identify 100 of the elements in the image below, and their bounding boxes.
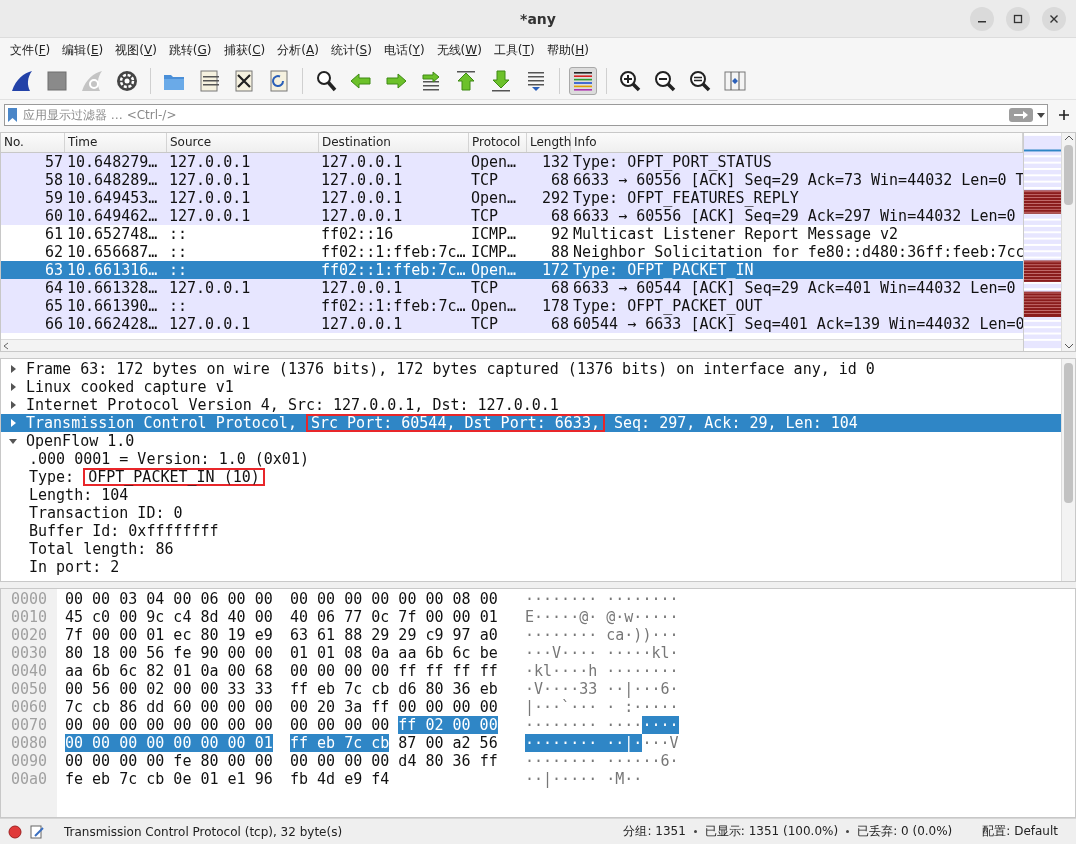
table-cell-text: Type: OFPT_PORT_STATUS — [572, 153, 773, 171]
file-close-icon[interactable] — [232, 68, 256, 93]
byte-text: 45 c0 00 9c c4 8d 40 00 — [65, 608, 273, 626]
tree-item[interactable]: In port: 2 — [1, 558, 1061, 576]
vertical-scrollbar[interactable] — [1061, 359, 1075, 581]
packet-row[interactable]: 66 10.662428… 127.0.0.1 127.0.0.1 TCP 68 60544 → 6633 [ACK] Seq=401 Ack=139 Win=44032 Len=0 — [1, 315, 1023, 333]
tree-item[interactable]: Transaction ID: 0 — [1, 504, 1061, 522]
bookmark-icon[interactable] — [8, 108, 17, 122]
scroll-down-icon[interactable] — [1064, 343, 1073, 349]
selected-bytes: ········ ··|· — [525, 734, 643, 752]
search-icon[interactable] — [314, 68, 338, 93]
scrollbar-thumb[interactable] — [1064, 363, 1073, 503]
display-filter-field[interactable]: 应用显示过滤器 … <Ctrl-/> — [4, 104, 1048, 126]
byte-text: ········ ······6· — [525, 752, 679, 770]
selected-bytes: ff eb 7c cb — [290, 734, 390, 752]
menu-item[interactable]: 视图(V) — [109, 41, 163, 59]
table-cell-text: 10.662428… — [66, 315, 159, 333]
first-packet-icon[interactable] — [454, 68, 478, 93]
scroll-left-icon[interactable] — [1, 340, 11, 351]
tree-item[interactable]: Linux cooked capture v1 — [1, 378, 1061, 396]
dropdown-caret-icon[interactable] — [1037, 112, 1045, 118]
tree-item[interactable]: Total length: 86 — [1, 540, 1061, 558]
binary-file-icon[interactable] — [197, 68, 221, 93]
packet-row[interactable]: 60 10.649462… 127.0.0.1 127.0.0.1 TCP 68 6633 → 60556 [ACK] Seq=29 Ack=297 Win=44032 Len=0 — [1, 207, 1023, 225]
expand-arrow-icon[interactable] — [9, 419, 17, 427]
zoom-in-icon[interactable] — [618, 68, 642, 93]
menu-item[interactable]: 编辑(E) — [56, 41, 110, 59]
status-dot-icon[interactable] — [8, 824, 22, 839]
maximize-icon — [1013, 13, 1023, 24]
scroll-up-icon[interactable] — [1064, 135, 1073, 141]
byte-text: 63 61 88 29 29 c9 97 a0 — [290, 626, 498, 644]
scrollbar-thumb[interactable] — [1064, 145, 1073, 205]
resize-columns-icon[interactable] — [723, 68, 747, 93]
table-cell-text: 127.0.0.1 — [168, 315, 252, 333]
file-reload-icon[interactable] — [267, 68, 291, 93]
menu-item[interactable]: 分析(A) — [271, 41, 325, 59]
tree-item[interactable]: Type: OFPT_PACKET_IN (10) — [1, 468, 1061, 486]
column-header[interactable]: Destination — [319, 133, 469, 152]
zoom-out-icon[interactable] — [653, 68, 677, 93]
table-cell-text: Multicast Listener Report Message v2 — [572, 225, 900, 243]
byte-offset: 0060 — [10, 698, 49, 716]
table-cell-text: 127.0.0.1 — [320, 315, 404, 333]
close-button[interactable] — [1042, 6, 1066, 31]
expand-arrow-icon[interactable] — [9, 383, 17, 391]
stop-icon[interactable] — [45, 68, 69, 93]
minimize-button[interactable] — [970, 6, 994, 31]
tree-item[interactable]: Frame 63: 172 bytes on wire (1376 bits), 172 bytes captured (1376 bits) on interface any, id 0 — [1, 360, 1061, 378]
menu-item[interactable]: 无线(W) — [430, 41, 488, 59]
column-header[interactable]: Time — [65, 133, 167, 152]
expand-arrow-icon[interactable] — [9, 365, 17, 373]
filter-input[interactable]: 应用显示过滤器 … <Ctrl-/> — [21, 107, 1005, 123]
expand-arrow-icon[interactable] — [9, 401, 17, 409]
packet-row[interactable]: 63 10.661316… :: ff02::1:ffeb:7c… Open… 172 Type: OFPT_PACKET_IN — [1, 261, 1023, 279]
table-cell-text: 127.0.0.1 — [168, 189, 252, 207]
table-cell-text: ff02::1:ffeb:7c… — [320, 261, 467, 279]
packet-row[interactable]: 59 10.649453… 127.0.0.1 127.0.0.1 Open… 292 Type: OFPT_FEATURES_REPLY — [1, 189, 1023, 207]
tree-item[interactable]: Length: 104 — [1, 486, 1061, 504]
menu-item[interactable]: 电话(Y) — [377, 41, 431, 59]
column-header[interactable]: Source — [167, 133, 319, 152]
menu-item[interactable]: 捕获(C) — [217, 41, 272, 59]
column-header[interactable]: No. — [1, 133, 65, 152]
column-header[interactable]: Info — [571, 133, 1023, 152]
menu-item[interactable]: 帮助(H) — [540, 41, 595, 59]
menu-item[interactable]: 工具(T) — [487, 41, 541, 59]
column-header[interactable]: Protocol — [469, 133, 527, 152]
menu-item[interactable]: 统计(S) — [324, 41, 378, 59]
menu-item[interactable]: 文件(F) — [4, 41, 57, 59]
last-packet-icon[interactable] — [489, 68, 513, 93]
table-cell-text: 63 — [43, 261, 64, 279]
packet-map-drawing[interactable] — [1023, 133, 1061, 351]
byte-text: ···V···· ·····kl· — [525, 644, 679, 662]
collapse-arrow-icon[interactable] — [9, 437, 17, 445]
add-filter-button[interactable] — [1056, 107, 1072, 123]
horizontal-scrollbar[interactable] — [1, 339, 1023, 351]
tree-item[interactable]: Internet Protocol Version 4, Src: 127.0.0.1, Dst: 127.0.0.1 — [1, 396, 1061, 414]
shark-fin-icon[interactable] — [10, 68, 34, 93]
byte-text: E·····@· @·w····· — [525, 608, 679, 626]
vertical-scrollbar[interactable] — [1061, 133, 1075, 351]
maximize-button[interactable] — [1006, 6, 1030, 31]
byte-text: ··|····· ·M·· — [525, 770, 643, 788]
profile-label[interactable]: 配置: Default — [982, 823, 1058, 840]
comment-edit-icon[interactable] — [30, 824, 44, 839]
table-cell-text: 292 — [540, 189, 570, 207]
tree-item[interactable]: Transmission Control Protocol, Src Port: 60544, Dst Port: 6633, Seq: 297, Ack: 29, Len: 104 — [1, 414, 1061, 432]
settings-icon[interactable] — [115, 68, 139, 93]
tree-item[interactable]: OpenFlow 1.0 — [1, 432, 1061, 450]
byte-text: 80 18 00 56 fe 90 00 00 — [65, 644, 273, 662]
table-cell-text: 10.649462… — [66, 207, 159, 225]
column-header[interactable]: Length — [527, 133, 571, 152]
colorize-toggle-button[interactable] — [569, 66, 597, 95]
packet-row[interactable]: 65 10.661390… :: ff02::1:ffeb:7c… Open… 178 Type: OFPT_PACKET_OUT — [1, 297, 1023, 315]
restart-icon[interactable] — [80, 68, 104, 93]
packet-row[interactable]: 57 10.648279… 127.0.0.1 127.0.0.1 Open… 132 Type: OFPT_PORT_STATUS — [1, 153, 1023, 171]
packet-row[interactable]: 64 10.661328… 127.0.0.1 127.0.0.1 TCP 68 6633 → 60544 [ACK] Seq=29 Ack=401 Win=44032 Len=0 — [1, 279, 1023, 297]
tree-item[interactable]: Buffer Id: 0xffffffff — [1, 522, 1061, 540]
byte-offset: 0040 — [10, 662, 49, 680]
zoom-reset-icon[interactable] — [688, 68, 712, 93]
tree-item[interactable]: .000 0001 = Version: 1.0 (0x01) — [1, 450, 1061, 468]
menu-item[interactable]: 跳转(G) — [162, 41, 218, 59]
byte-text: ff eb 7c cb d6 80 36 eb — [290, 680, 498, 698]
